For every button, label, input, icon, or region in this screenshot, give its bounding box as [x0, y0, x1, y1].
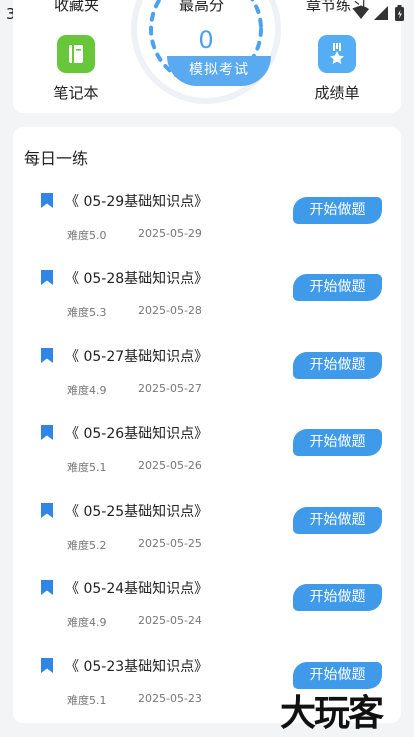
watermark-logo: 大玩客 — [280, 692, 384, 734]
practice-title: 《 05-29基础知识点》 — [65, 194, 209, 210]
practice-date: 2025-05-27 — [138, 382, 202, 395]
favorites-label[interactable]: 收藏夹 — [54, 0, 99, 15]
practice-date: 2025-05-28 — [138, 304, 202, 317]
battery-icon — [395, 5, 404, 21]
practice-title: 《 05-27基础知识点》 — [65, 349, 209, 365]
practice-date: 2025-05-26 — [138, 459, 202, 472]
practice-difficulty: 难度5.2 — [67, 539, 107, 552]
practice-item[interactable]: 《 05-27基础知识点》 难度4.9 2025-05-27 开始做题 — [13, 346, 401, 406]
practice-item[interactable]: 《 05-24基础知识点》 难度4.9 2025-05-24 开始做题 — [13, 578, 401, 638]
wifi-icon — [353, 6, 369, 19]
bookmark-icon — [41, 348, 53, 363]
start-practice-button[interactable]: 开始做题 — [293, 507, 382, 534]
notebook-label: 笔记本 — [53, 84, 99, 102]
practice-item[interactable]: 《 05-28基础知识点》 难度5.3 2025-05-28 开始做题 — [13, 268, 401, 328]
start-practice-button[interactable]: 开始做题 — [293, 197, 382, 224]
practice-difficulty: 难度4.9 — [67, 616, 107, 629]
practice-difficulty: 难度5.3 — [67, 306, 107, 319]
practice-difficulty: 难度5.0 — [67, 229, 107, 242]
practice-date: 2025-05-23 — [138, 692, 202, 705]
practice-date: 2025-05-24 — [138, 614, 202, 627]
daily-practice-title: 每日一练 — [24, 149, 89, 168]
start-practice-button[interactable]: 开始做题 — [293, 584, 382, 611]
practice-item[interactable]: 《 05-25基础知识点》 难度5.2 2025-05-25 开始做题 — [13, 501, 401, 561]
practice-title: 《 05-25基础知识点》 — [65, 504, 209, 520]
bookmark-icon — [41, 270, 53, 285]
top-card: 收藏夹 最高分 章节练习 笔记本 0 模拟考试 成绩单 — [13, 0, 401, 113]
practice-title: 《 05-26基础知识点》 — [65, 426, 209, 442]
practice-item[interactable]: 《 05-26基础知识点》 难度5.1 2025-05-26 开始做题 — [13, 423, 401, 483]
mock-exam-button[interactable]: 模拟考试 — [167, 56, 271, 86]
score-value: 0 — [198, 26, 214, 54]
practice-date: 2025-05-29 — [138, 227, 202, 240]
notebook-button[interactable]: 笔记本 — [36, 35, 116, 103]
practice-date: 2025-05-25 — [138, 537, 202, 550]
bookmark-icon — [41, 503, 53, 518]
practice-title: 《 05-24基础知识点》 — [65, 581, 209, 597]
score-gauge: 0 模拟考试 — [131, 0, 281, 108]
start-practice-button[interactable]: 开始做题 — [293, 274, 382, 301]
signal-icon — [374, 6, 388, 20]
practice-title: 《 05-28基础知识点》 — [65, 271, 209, 287]
practice-difficulty: 难度5.1 — [67, 694, 107, 707]
start-practice-button[interactable]: 开始做题 — [293, 352, 382, 379]
medal-icon — [318, 35, 356, 73]
practice-difficulty: 难度5.1 — [67, 461, 107, 474]
notebook-icon — [57, 35, 95, 73]
report-card-label: 成绩单 — [314, 84, 360, 102]
practice-difficulty: 难度4.9 — [67, 384, 107, 397]
start-practice-button[interactable]: 开始做题 — [293, 429, 382, 456]
bookmark-icon — [41, 580, 53, 595]
status-icons — [353, 5, 404, 21]
bookmark-icon — [41, 425, 53, 440]
daily-practice-card: 每日一练 《 05-29基础知识点》 难度5.0 2025-05-29 开始做题… — [13, 127, 401, 723]
bookmark-icon — [41, 658, 53, 673]
practice-title: 《 05-23基础知识点》 — [65, 659, 209, 675]
bookmark-icon — [41, 193, 53, 208]
report-card-button[interactable]: 成绩单 — [297, 35, 377, 103]
practice-item[interactable]: 《 05-29基础知识点》 难度5.0 2025-05-29 开始做题 — [13, 191, 401, 251]
